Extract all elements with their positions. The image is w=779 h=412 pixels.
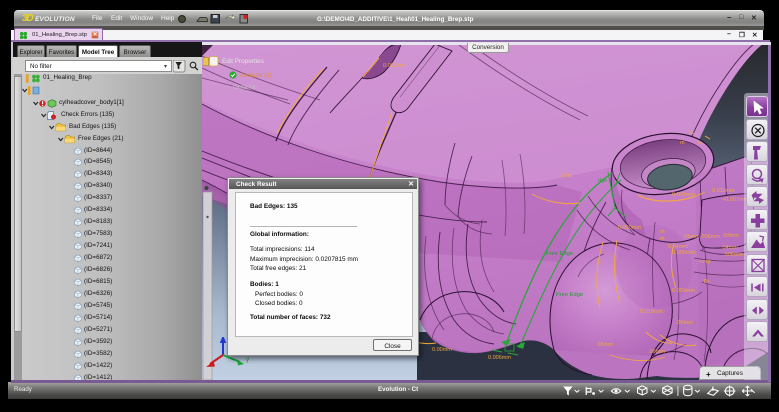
svg-text:0.011mm: 0.011mm [712, 188, 735, 194]
svg-text:.03mm: .03mm [722, 233, 739, 239]
svg-text:0.003mm: 0.003mm [383, 63, 406, 69]
svg-text:0.000mm: 0.000mm [618, 225, 641, 231]
svg-text:0.019mm: 0.019mm [640, 309, 663, 315]
svg-text:0.00mm: 0.00mm [432, 347, 452, 353]
svg-text:.06m: .06m [560, 173, 573, 179]
svg-text:.05mm: .05mm [596, 342, 613, 348]
svg-text:0.005mm: 0.005mm [672, 192, 695, 198]
svg-text:y: y [246, 356, 250, 363]
svg-text:.06mm: .06mm [648, 349, 665, 355]
svg-text:.06mm: .06mm [676, 320, 693, 326]
svg-text:0.005mm: 0.005mm [672, 250, 695, 256]
svg-text:0.006mm: 0.006mm [488, 355, 511, 361]
svg-text:0.009mm: 0.009mm [672, 288, 695, 294]
svg-text:m: m [680, 140, 685, 146]
svg-text:Th: Th [703, 279, 709, 285]
svg-text:.006mm: .006mm [723, 252, 743, 258]
svg-text:m: m [660, 229, 665, 235]
svg-text:.04mm: .04mm [721, 245, 738, 251]
svg-text:m: m [660, 236, 665, 242]
svg-text:+mrp: +mrp [698, 259, 711, 265]
svg-text:.06mm: .06mm [683, 234, 700, 240]
svg-text:.006mm: .006mm [700, 234, 720, 240]
